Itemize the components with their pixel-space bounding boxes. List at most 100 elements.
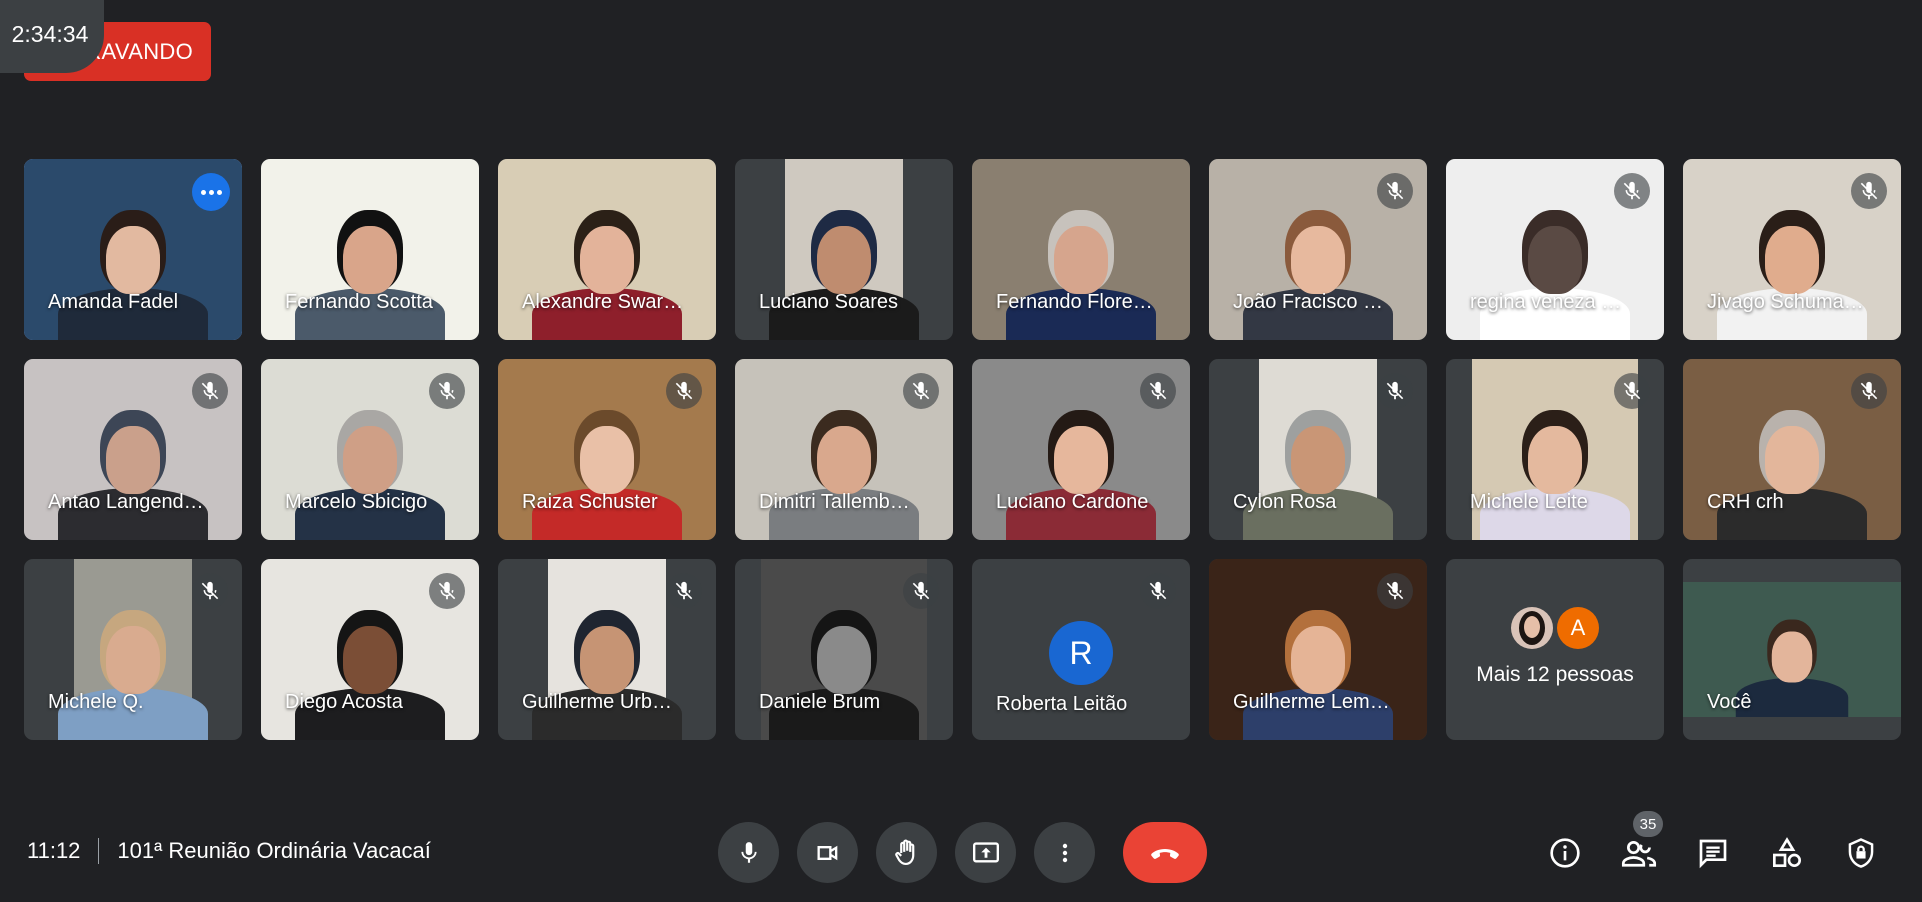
mic-off-icon <box>1377 373 1413 409</box>
participant-name: Diego Acosta <box>285 691 403 713</box>
participant-tile[interactable]: Alexandre Swar… <box>498 159 716 340</box>
participant-figure <box>522 170 692 340</box>
participant-tile[interactable]: Jivago Schuma… <box>1683 159 1901 340</box>
participant-name: Cylon Rosa <box>1233 491 1337 513</box>
participant-tile[interactable]: R Roberta Leitão <box>972 559 1190 740</box>
timer-text: 2:34:34 <box>11 21 89 47</box>
participant-name: Dimitri Tallemb… <box>759 491 910 513</box>
participant-tile[interactable]: Fernando Scotta <box>261 159 479 340</box>
participant-tile[interactable]: Guilherme Lem… <box>1209 559 1427 740</box>
participant-figure <box>759 170 929 340</box>
meeting-info: 11:12 101ª Reunião Ordinária Vacacaí <box>27 838 431 864</box>
participant-tile[interactable]: CRH crh <box>1683 359 1901 540</box>
microphone-button[interactable] <box>718 822 779 883</box>
participant-name: Alexandre Swar… <box>522 291 684 313</box>
clock: 11:12 <box>27 838 81 863</box>
participant-name: Daniele Brum <box>759 691 881 713</box>
participant-tile[interactable]: Marcelo Sbicigo <box>261 359 479 540</box>
mic-off-icon <box>1377 573 1413 609</box>
more-vert-icon <box>1062 843 1067 862</box>
participant-name: Raiza Schuster <box>522 491 658 513</box>
participant-tile[interactable]: Luciano Cardone <box>972 359 1190 540</box>
participant-tile[interactable]: Fernando Flore… <box>972 159 1190 340</box>
participant-avatar: A <box>1557 606 1599 649</box>
mic-off-icon <box>1140 373 1176 409</box>
participant-tile[interactable]: regina veneza … <box>1446 159 1664 340</box>
participant-name: regina veneza … <box>1470 291 1622 313</box>
more-options-button[interactable] <box>1034 822 1095 883</box>
participant-tile[interactable]: Você <box>1683 559 1901 740</box>
host-controls-button[interactable] <box>1840 827 1882 879</box>
participant-tile[interactable]: Michele Leite <box>1446 359 1664 540</box>
mic-off-icon <box>903 373 939 409</box>
meeting-details-button[interactable] <box>1544 827 1586 879</box>
present-screen-button[interactable] <box>955 822 1016 883</box>
participant-tile[interactable]: Daniele Brum <box>735 559 953 740</box>
camera-button[interactable] <box>797 822 858 883</box>
mic-off-icon <box>192 573 228 609</box>
participant-name: CRH crh <box>1707 491 1784 513</box>
participant-name: Amanda Fadel <box>48 291 179 313</box>
participant-tile[interactable]: Cylon Rosa <box>1209 359 1427 540</box>
participant-name: Antao Langend… <box>48 491 204 513</box>
tile-options-icon[interactable] <box>192 173 230 211</box>
end-call-button[interactable] <box>1123 822 1207 883</box>
mic-off-icon <box>1140 573 1176 609</box>
people-icon <box>1621 841 1657 867</box>
chat-icon <box>1699 839 1727 869</box>
present-icon <box>972 841 999 862</box>
participant-tile[interactable]: Guilherme Urb… <box>498 559 716 740</box>
participant-tile[interactable]: Dimitri Tallemb… <box>735 359 953 540</box>
participant-name: Jivago Schuma… <box>1707 291 1864 313</box>
divider <box>98 838 100 864</box>
participant-tile[interactable]: A Mais 12 pessoas <box>1446 559 1664 740</box>
participant-count-badge: 35 <box>1633 811 1663 837</box>
mic-off-icon <box>1851 173 1887 209</box>
recording-timer: 2:34:34 <box>0 0 104 73</box>
meeting-title[interactable]: 101ª Reunião Ordinária Vacacaí <box>117 838 430 864</box>
participant-name: Fernando Scotta <box>285 291 433 313</box>
mic-off-icon <box>1377 173 1413 209</box>
hand-icon <box>894 839 914 865</box>
mic-off-icon <box>192 373 228 409</box>
participant-figure <box>285 170 455 340</box>
participant-name: Michele Leite <box>1470 491 1588 513</box>
participant-tile[interactable]: Amanda Fadel <box>24 159 242 340</box>
participant-name: Michele Q. <box>48 691 144 713</box>
chat-button[interactable] <box>1692 827 1734 879</box>
mic-off-icon <box>1851 373 1887 409</box>
microphone-icon <box>740 841 757 863</box>
participant-avatar <box>1511 606 1553 649</box>
participant-name: Você <box>1707 691 1752 713</box>
participant-tile[interactable]: João Fracisco … <box>1209 159 1427 340</box>
participant-grid: Amanda Fadel Fernando Scotta Alexandre Swa… <box>24 159 1901 740</box>
participant-tile[interactable]: Raiza Schuster <box>498 359 716 540</box>
people-button[interactable]: 35 <box>1618 811 1663 879</box>
participant-name: Guilherme Urb… <box>522 691 673 713</box>
mic-off-icon <box>1614 373 1650 409</box>
activities-icon <box>1773 837 1801 867</box>
others-summary: A Mais 12 pessoas <box>1446 559 1664 740</box>
participant-tile[interactable]: Luciano Soares <box>735 159 953 340</box>
participant-name: Fernando Flore… <box>996 291 1153 313</box>
participant-name: Marcelo Sbicigo <box>285 491 428 513</box>
mic-off-icon <box>666 373 702 409</box>
mic-off-icon <box>666 573 702 609</box>
hang-up-icon <box>1151 848 1179 859</box>
participant-name: Luciano Soares <box>759 291 898 313</box>
shield-lock-icon <box>1848 838 1874 868</box>
participant-name: Luciano Cardone <box>996 491 1149 513</box>
mic-off-icon <box>903 573 939 609</box>
participant-tile[interactable]: Michele Q. <box>24 559 242 740</box>
participant-name: João Fracisco … <box>1233 291 1384 313</box>
side-panel-controls: 35 <box>1544 811 1882 879</box>
participant-tile[interactable]: Antao Langend… <box>24 359 242 540</box>
participant-figure <box>996 170 1166 340</box>
mic-off-icon <box>429 573 465 609</box>
mic-off-icon <box>1614 173 1650 209</box>
participant-name: Guilherme Lem… <box>1233 691 1390 713</box>
activities-button[interactable] <box>1766 827 1808 879</box>
raise-hand-button[interactable] <box>876 822 937 883</box>
participant-tile[interactable]: Diego Acosta <box>261 559 479 740</box>
participant-name: Roberta Leitão <box>996 693 1128 715</box>
